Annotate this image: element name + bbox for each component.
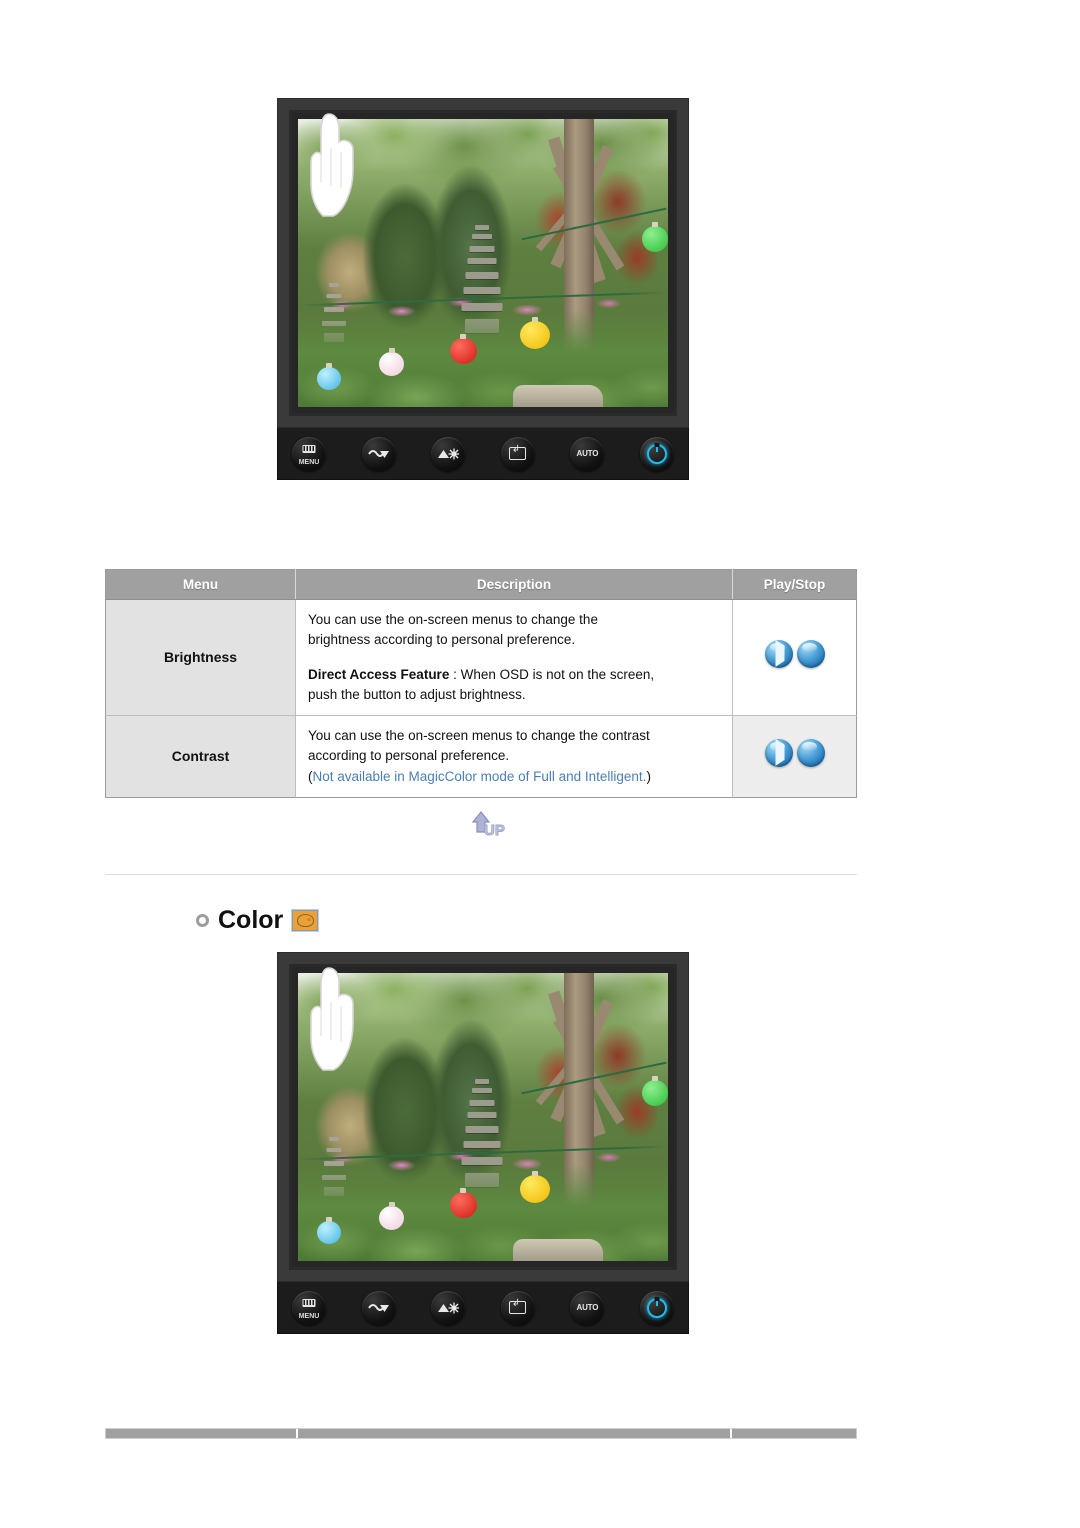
direct-access-feature-label: Direct Access Feature	[308, 666, 450, 682]
description-contrast: You can use the on-screen menus to chang…	[295, 715, 733, 798]
table-row: Contrast You can use the on-screen menus…	[105, 715, 857, 798]
play-icon	[775, 640, 784, 668]
menu-icon	[302, 1298, 316, 1307]
monitor-illustration-color: MENU AUTO	[277, 952, 689, 1334]
table-row: Brightness You can use the on-screen men…	[105, 599, 857, 716]
source-down-button[interactable]	[361, 436, 396, 471]
monitor-button-bar: MENU AUTO	[277, 1282, 689, 1334]
playstop-cell-brightness	[732, 599, 857, 716]
brightness-up-button[interactable]	[431, 436, 466, 471]
enter-button[interactable]	[500, 1290, 535, 1325]
menu-button[interactable]: MENU	[292, 436, 326, 471]
menu-button-label: MENU	[298, 1312, 320, 1320]
menu-button[interactable]: MENU	[292, 1290, 326, 1325]
desc-line: Direct Access Feature : When OSD is not …	[308, 665, 720, 685]
menu-label-contrast: Contrast	[105, 715, 296, 798]
table-header-row: Menu Description Play/Stop	[105, 569, 857, 600]
desc-spacer	[308, 651, 720, 665]
down-arrow-icon	[367, 1303, 389, 1312]
play-icon	[775, 739, 784, 767]
brightness-up-icon	[438, 1302, 460, 1313]
osd-function-table: Menu Description Play/Stop Brightness Yo…	[105, 569, 857, 798]
monitor-inner-frame	[289, 964, 677, 1270]
power-icon	[646, 1297, 667, 1318]
column-header-playstop: Play/Stop	[732, 569, 857, 600]
menu-button-label: MENU	[298, 458, 320, 466]
column-header-menu: Menu	[105, 569, 296, 600]
auto-button[interactable]: AUTO	[570, 1290, 605, 1325]
monitor-bezel	[277, 98, 689, 428]
enter-button[interactable]	[500, 436, 535, 471]
auto-button[interactable]: AUTO	[570, 436, 605, 471]
monitor-illustration-brightness: MENU AUTO	[277, 98, 689, 480]
up-button-label: UP	[484, 822, 505, 839]
play-button[interactable]	[764, 640, 793, 669]
bottom-bar-segment-menu	[106, 1429, 298, 1438]
desc-line: push the button to adjust brightness.	[308, 686, 526, 702]
back-to-top-button[interactable]: UP	[459, 806, 519, 842]
auto-button-label: AUTO	[576, 1302, 599, 1312]
power-icon	[646, 443, 667, 464]
desc-line: (Not available in MagicColor mode of Ful…	[308, 767, 720, 787]
desc-line: brightness according to personal prefere…	[308, 632, 576, 648]
page-title: Color	[218, 906, 284, 934]
desc-line: according to personal preference.	[308, 748, 510, 764]
power-button[interactable]	[639, 1290, 674, 1325]
monitor-button-bar: MENU AUTO	[277, 428, 689, 480]
auto-button-label: AUTO	[576, 448, 599, 458]
note-paren-close: )	[646, 768, 651, 784]
description-brightness: You can use the on-screen menus to chang…	[295, 599, 733, 716]
monitor-screen-photo	[298, 119, 668, 407]
section-heading-color: Color	[196, 906, 319, 935]
bottom-bar-segment-playstop	[732, 1429, 856, 1438]
stop-button[interactable]	[796, 739, 825, 768]
desc-line: You can use the on-screen menus to chang…	[308, 612, 598, 627]
enter-icon	[509, 445, 527, 460]
enter-icon	[509, 1299, 527, 1314]
section-divider	[105, 874, 857, 875]
color-palette-icon	[292, 910, 319, 931]
down-arrow-icon	[367, 449, 389, 458]
menu-label-brightness: Brightness	[105, 599, 296, 716]
bullet-ring-icon	[196, 914, 209, 927]
monitor-inner-frame	[289, 110, 677, 416]
column-header-description: Description	[295, 569, 733, 600]
source-down-button[interactable]	[361, 1290, 396, 1325]
monitor-screen-photo	[298, 973, 668, 1261]
magiccolor-note: Not available in MagicColor mode of Full…	[312, 768, 647, 784]
desc-line-rest: : When OSD is not on the screen,	[449, 666, 655, 682]
monitor-bezel	[277, 952, 689, 1282]
play-button[interactable]	[764, 739, 793, 768]
power-button[interactable]	[639, 436, 674, 471]
desc-line: You can use the on-screen menus to chang…	[308, 728, 650, 743]
menu-icon	[302, 444, 316, 453]
bottom-table-bar	[105, 1428, 857, 1439]
playstop-cell-contrast	[732, 715, 857, 798]
brightness-up-icon	[438, 448, 460, 459]
stop-button[interactable]	[796, 640, 825, 669]
bottom-bar-segment-description	[298, 1429, 732, 1438]
brightness-up-button[interactable]	[431, 1290, 466, 1325]
